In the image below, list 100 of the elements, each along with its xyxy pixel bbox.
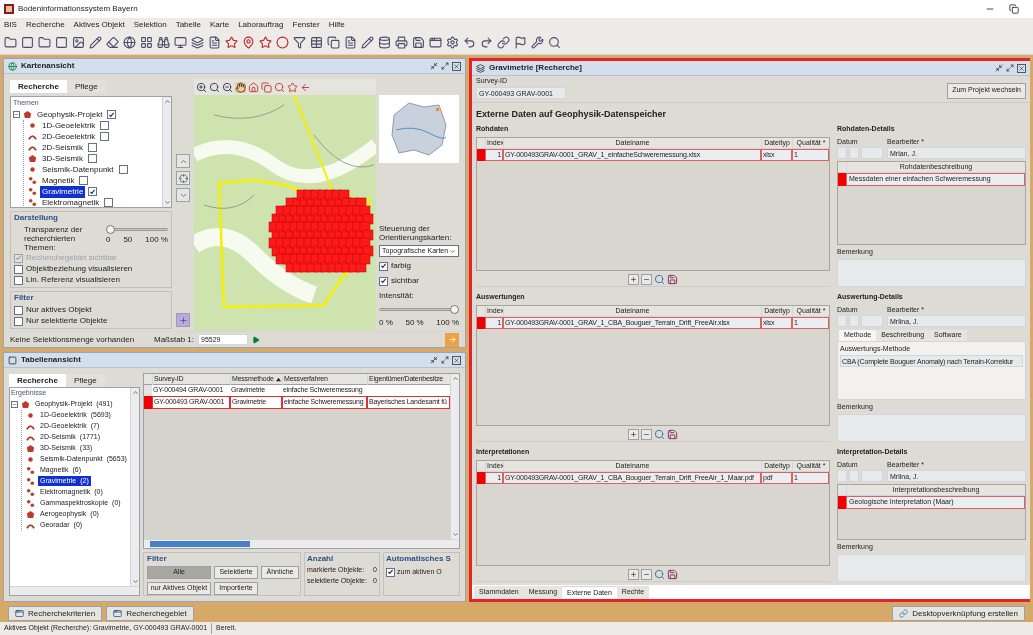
month-field[interactable] <box>849 470 859 482</box>
restore-icon[interactable] <box>430 356 438 364</box>
month-field[interactable] <box>849 315 859 327</box>
tree-item[interactable]: Gravimetrie <box>40 185 86 198</box>
document-icon[interactable] <box>344 36 357 49</box>
year-field[interactable] <box>861 470 883 482</box>
gear-icon[interactable] <box>446 36 459 49</box>
close-icon[interactable] <box>452 61 461 71</box>
scrollbar[interactable] <box>450 374 459 539</box>
funnel-icon[interactable] <box>293 36 306 49</box>
menu-item[interactable]: Hilfe <box>328 18 345 31</box>
save-icon[interactable] <box>412 36 425 49</box>
home-icon[interactable] <box>248 81 259 93</box>
tab[interactable]: Pflege <box>65 374 105 387</box>
layer-button[interactable] <box>176 313 190 327</box>
tab[interactable]: Pflege <box>66 80 106 93</box>
undo-icon[interactable] <box>463 36 476 49</box>
frame-icon[interactable] <box>21 36 34 49</box>
globe-icon[interactable] <box>123 36 136 49</box>
scrollbar[interactable] <box>10 586 139 595</box>
printer-icon[interactable] <box>395 36 408 49</box>
scroll-down-icon[interactable] <box>163 199 171 206</box>
day-field[interactable] <box>837 315 847 327</box>
play-icon[interactable] <box>252 335 260 344</box>
collapse-icon[interactable] <box>13 111 20 118</box>
search-icon[interactable] <box>209 81 220 93</box>
search-icon[interactable] <box>274 81 285 93</box>
checkbox[interactable] <box>88 187 98 196</box>
layers-icon[interactable] <box>191 36 204 49</box>
close-icon[interactable] <box>452 355 461 365</box>
save-icon[interactable] <box>667 274 678 285</box>
checkbox[interactable] <box>79 176 89 185</box>
remove-button[interactable] <box>641 274 652 285</box>
shortcut-button[interactable]: Desktopverknüpfung erstellen <box>892 606 1025 621</box>
hand-icon[interactable] <box>235 81 246 93</box>
remark-field[interactable] <box>837 259 1026 287</box>
scrollbar[interactable] <box>162 97 171 207</box>
year-field[interactable] <box>861 147 883 159</box>
frame-icon[interactable] <box>55 36 68 49</box>
star-icon[interactable] <box>225 36 238 49</box>
add-button[interactable] <box>628 274 639 285</box>
pencil-icon[interactable] <box>89 36 102 49</box>
wrench-icon[interactable] <box>531 36 544 49</box>
window-tab[interactable]: Recherchekriterien <box>8 606 103 621</box>
remark-field[interactable] <box>837 414 1026 442</box>
restore-icon[interactable] <box>995 64 1003 72</box>
month-field[interactable] <box>849 147 859 159</box>
search-icon[interactable] <box>548 36 561 49</box>
checkbox[interactable] <box>379 261 388 271</box>
checkbox[interactable] <box>100 121 110 130</box>
tree-item[interactable]: 1D-Geoelektrik <box>40 119 98 132</box>
remark-field[interactable] <box>837 554 1026 582</box>
checkbox[interactable] <box>14 275 23 285</box>
search-icon[interactable] <box>654 429 665 440</box>
search-icon[interactable] <box>654 274 665 285</box>
map-drawing[interactable] <box>194 95 376 331</box>
slider-thumb[interactable] <box>450 305 459 314</box>
star-icon[interactable] <box>287 81 298 93</box>
copy-icon[interactable] <box>261 81 272 93</box>
slider[interactable] <box>106 225 168 234</box>
close-icon[interactable] <box>1017 63 1026 73</box>
save-icon[interactable] <box>667 429 678 440</box>
grid-icon[interactable] <box>140 36 153 49</box>
year-field[interactable] <box>861 315 883 327</box>
window-tab[interactable]: Recherchegebiet <box>106 606 194 621</box>
menu-item[interactable]: Aktives Objekt <box>73 18 125 31</box>
checkbox[interactable] <box>87 143 97 152</box>
remove-button[interactable] <box>641 569 652 580</box>
pan-down-button[interactable] <box>176 188 190 202</box>
picture-icon[interactable] <box>72 36 85 49</box>
tree-item[interactable]: 2D-Geoelektrik <box>40 130 98 143</box>
tree-item[interactable]: Seismik-Datenpunkt <box>40 163 116 176</box>
scrollbar[interactable] <box>130 388 139 586</box>
remove-button[interactable] <box>641 429 652 440</box>
day-field[interactable] <box>837 470 847 482</box>
copy-icon[interactable] <box>327 36 340 49</box>
tab[interactable]: Recherche <box>10 80 67 93</box>
scroll-up-icon[interactable] <box>163 98 171 105</box>
menu-item[interactable]: Fenster <box>292 18 320 31</box>
menu-item[interactable]: Karte <box>210 18 230 31</box>
slider[interactable] <box>379 305 459 314</box>
scroll-down-icon[interactable] <box>131 578 139 585</box>
flag-icon[interactable] <box>514 36 527 49</box>
redo-icon[interactable] <box>480 36 493 49</box>
checkbox[interactable] <box>14 316 23 326</box>
center-button[interactable] <box>176 171 190 185</box>
scroll-thumb[interactable] <box>150 541 250 547</box>
add-button[interactable] <box>628 569 639 580</box>
pin-icon[interactable] <box>242 36 255 49</box>
maximize-icon[interactable] <box>441 356 449 364</box>
scrollbar[interactable] <box>144 539 459 548</box>
checkbox[interactable] <box>104 198 114 207</box>
back-icon[interactable] <box>300 81 311 93</box>
collapse-icon[interactable] <box>11 400 18 408</box>
binoculars-icon[interactable] <box>157 36 170 49</box>
checkbox[interactable] <box>386 567 395 577</box>
checkbox[interactable] <box>14 305 23 315</box>
tree-item[interactable]: Geophysik-Projekt <box>35 108 105 121</box>
slider-thumb[interactable] <box>106 225 115 234</box>
monitor-icon[interactable] <box>174 36 187 49</box>
